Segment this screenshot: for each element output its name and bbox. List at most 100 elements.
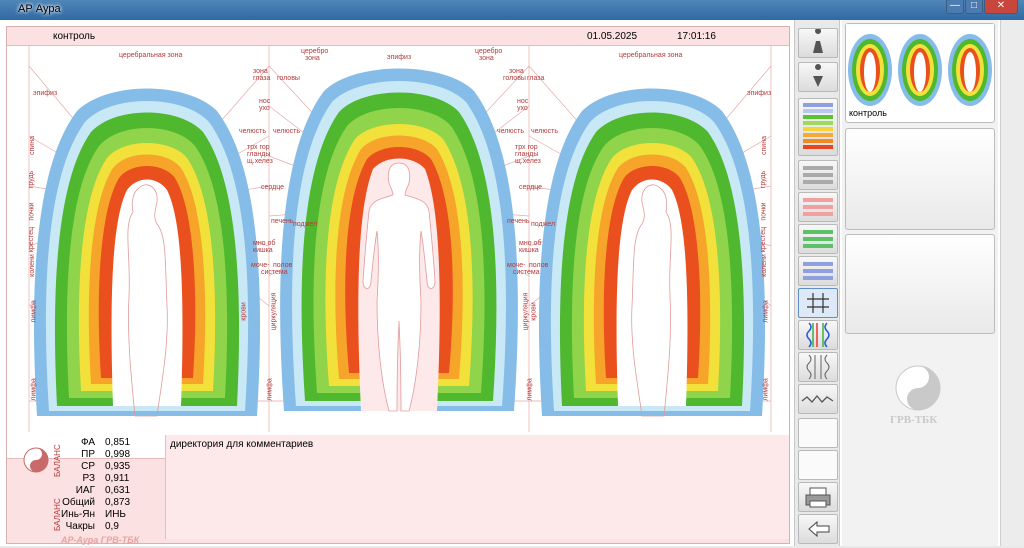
label-krovi-l: крови [240, 302, 248, 321]
label-glandy-l: гланды [247, 151, 271, 158]
label-side-r1: спина [760, 136, 768, 155]
label-uho-l: ухо [259, 105, 270, 112]
palette-full-button[interactable] [798, 98, 838, 156]
logo-text: ГРВ-ТБК [890, 414, 938, 426]
label-nos-r: нос [517, 98, 529, 105]
minimize-button[interactable]: — [946, 0, 964, 14]
label-epifiz-center: эпифиз [387, 54, 412, 61]
vertical-scrollbar[interactable] [1000, 20, 1024, 546]
label-serdce-r: сердце [519, 184, 543, 191]
label-chelyust-r1: челюсть [497, 128, 524, 135]
palette-pink-icon [803, 198, 833, 216]
label-side-r6: лимфа [762, 300, 770, 323]
thumbnail-slot-3[interactable] [845, 234, 995, 334]
label-glandy-r: гланды [515, 151, 539, 158]
label-shchel-l: щ.хелез [247, 158, 273, 165]
label-podzh-r: поджел [531, 221, 556, 228]
window-title: АР Аура [18, 3, 61, 15]
label-zona-golovy-l: зона [253, 68, 268, 75]
footer-brand: АР-Аура ГРВ-ТБК [61, 535, 140, 545]
label-side-l4: крестец [28, 226, 36, 253]
label-cerebro-1: церебро [301, 48, 329, 55]
session-date: 01.05.2025 [587, 31, 638, 42]
waves-grey-icon [806, 354, 830, 380]
yin-yang-logo-icon [895, 365, 941, 411]
person-down-button[interactable] [798, 62, 838, 92]
aura-left [33, 88, 261, 417]
stat-row-yin-yang: Инь-Ян ИНЬ [61, 509, 126, 520]
label-krovi-r: крови [530, 302, 538, 321]
session-label: контроль [53, 31, 96, 42]
back-arrow-icon [808, 520, 830, 538]
waves-color-icon [806, 322, 830, 348]
label-side-l5: колени [28, 254, 36, 277]
aura-diagram [28, 46, 772, 432]
window-titlebar: АР Аура — □ ✕ [0, 0, 1024, 20]
tool-column [794, 20, 840, 546]
maximize-button[interactable]: □ [965, 0, 983, 14]
label-chelyust-r2: челюсть [531, 128, 558, 135]
label-nos-l: нос [259, 98, 271, 105]
label-limfa-2: лимфа [266, 378, 274, 401]
palette-green-icon [803, 230, 833, 248]
person-up-button[interactable] [798, 28, 838, 58]
label-side-r3: почки [760, 202, 768, 221]
label-side-r2: грудь [760, 170, 768, 189]
palette-grey-icon [803, 166, 833, 184]
label-cerebral-left: церебральная зона [119, 52, 183, 59]
zigzag-button[interactable] [798, 384, 838, 414]
blank-button-2[interactable] [798, 450, 838, 480]
stat-row-chakras: Чакры 0,9 [65, 521, 119, 532]
aura-center [280, 68, 518, 412]
label-chelyust-l1: челюсть [239, 128, 266, 135]
palette-blue-button[interactable] [798, 256, 838, 286]
stat-row-pr: ПР 0,998 [81, 449, 131, 460]
label-cerebro-2: церебро [475, 48, 503, 55]
label-sistema-l: система [261, 269, 288, 276]
label-chelyust-l2: челюсть [273, 128, 300, 135]
palette-full-icon [803, 103, 833, 149]
palette-pink-button[interactable] [798, 192, 838, 222]
print-button[interactable] [798, 482, 838, 512]
label-limfa-4: лимфа [762, 378, 770, 401]
thumbnail-column: контроль ГРВ-ТБК [842, 20, 998, 546]
palette-green-button[interactable] [798, 224, 838, 254]
panel-header: контроль 01.05.2025 17:01:16 [7, 27, 789, 45]
label-golovy-l: головы [277, 75, 300, 82]
thumbnail-control[interactable]: контроль [845, 23, 995, 123]
label-side-l2: грудь [28, 170, 36, 189]
label-cirk-r: циркуляция [522, 292, 530, 331]
label-epifiz-left: эпифиз [33, 90, 58, 97]
aura-panel: контроль 01.05.2025 17:01:16 церебральна… [6, 26, 790, 545]
comments-text: директория для комментариев [170, 439, 314, 450]
label-zona-2: зона [479, 55, 494, 62]
label-side-l3: почки [28, 202, 36, 221]
palette-grey-button[interactable] [798, 160, 838, 190]
label-golovy-r: головы [503, 75, 526, 82]
label-mnochelez-l: моче- [251, 262, 270, 269]
close-button[interactable]: ✕ [984, 0, 1018, 14]
aura-image[interactable]: церебральная зона церебральная зона цере… [7, 45, 789, 459]
session-time: 17:01:16 [677, 31, 716, 42]
thumbnail-slot-2[interactable] [845, 128, 995, 230]
label-side-r4: крестец [760, 226, 768, 253]
blank-button-1[interactable] [798, 418, 838, 448]
waves-grey-button[interactable] [798, 352, 838, 382]
comments-area[interactable]: директория для комментариев [165, 435, 789, 539]
label-uho-r: ухо [517, 105, 528, 112]
label-polo-r: полов [529, 262, 549, 269]
label-trh-gor-l: трх гор [247, 144, 270, 151]
label-cerebral-right: церебральная зона [619, 52, 683, 59]
label-epifiz-right: эпифиз [747, 90, 772, 97]
label-sistema-r: система [513, 269, 540, 276]
printer-icon [805, 487, 831, 508]
stat-row-sr: СР 0,935 [81, 461, 131, 472]
palette-blue-icon [803, 262, 833, 280]
stat-row-rz: РЗ 0,911 [82, 473, 130, 484]
label-side-r5: колени [760, 254, 768, 277]
label-glaza-l: глаза [253, 75, 271, 82]
grid-toggle-button[interactable] [798, 288, 838, 318]
stat-row-iag: ИАГ 0,631 [75, 485, 131, 496]
back-button[interactable] [798, 514, 838, 544]
waves-color-button[interactable] [798, 320, 838, 350]
